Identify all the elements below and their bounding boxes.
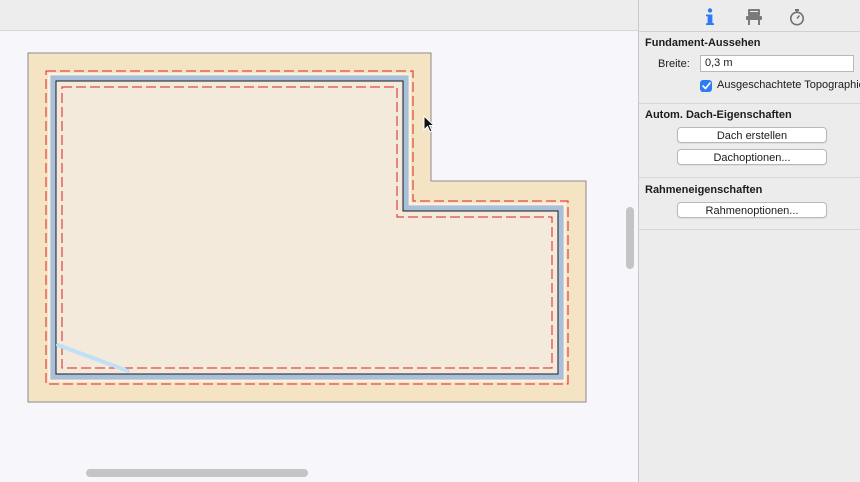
frame-section-title: Rahmeneigenschaften bbox=[645, 184, 763, 196]
canvas-toolbar bbox=[0, 0, 638, 31]
width-input[interactable] bbox=[700, 55, 854, 72]
create-roof-button[interactable]: Dach erstellen bbox=[677, 127, 827, 143]
floor-plan[interactable] bbox=[0, 31, 624, 466]
drawing-canvas[interactable] bbox=[0, 31, 624, 466]
stopwatch-icon[interactable] bbox=[787, 7, 807, 27]
roof-section-title: Autom. Dach-Eigenschaften bbox=[645, 109, 792, 121]
horizontal-scrollbar-thumb[interactable] bbox=[86, 469, 308, 477]
frame-options-button[interactable]: Rahmenoptionen... bbox=[677, 202, 827, 218]
checkbox-checked-icon[interactable] bbox=[700, 80, 712, 92]
roof-options-button[interactable]: Dachoptionen... bbox=[677, 149, 827, 165]
checkbox-label: Ausgeschachtete Topographie bbox=[717, 79, 860, 91]
section-separator bbox=[639, 103, 860, 104]
inspector-tab-bar bbox=[639, 0, 860, 32]
width-label: Breite: bbox=[658, 58, 690, 70]
inspector-panel: Fundament-Aussehen Breite: Ausgeschachte… bbox=[639, 0, 860, 482]
info-icon[interactable] bbox=[700, 7, 720, 27]
excavated-topography-checkbox[interactable]: Ausgeschachtete Topographie bbox=[700, 79, 860, 93]
section-separator bbox=[639, 177, 860, 178]
furniture-icon[interactable] bbox=[744, 7, 764, 27]
foundation-section-title: Fundament-Aussehen bbox=[645, 37, 761, 49]
section-separator bbox=[639, 229, 860, 230]
vertical-scrollbar-thumb[interactable] bbox=[626, 207, 634, 269]
floor-area bbox=[57, 82, 557, 373]
